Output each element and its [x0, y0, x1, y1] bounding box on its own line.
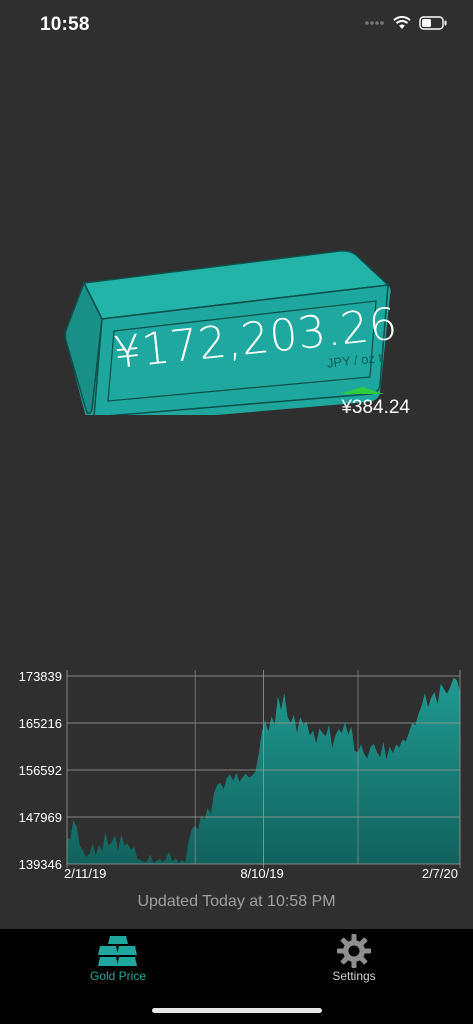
y-tick-label: 139346: [19, 857, 62, 872]
price-change-value: ¥384.24: [341, 397, 410, 418]
gear-icon: [337, 934, 371, 968]
x-tick-label: 2/11/19: [64, 866, 106, 881]
status-time: 10:58: [40, 14, 90, 35]
y-tick-label: 156592: [19, 763, 62, 778]
up-arrow-icon: [340, 387, 384, 394]
battery-icon: [419, 16, 447, 30]
price-hero: ¥172,203.26 JPY / oz t ¥384.24: [0, 200, 473, 460]
x-tick-label: 2/7/20: [422, 866, 458, 881]
y-tick-label: 147969: [19, 810, 62, 825]
tab-settings-label: Settings: [332, 969, 376, 983]
price-history-chart[interactable]: 173839 165216 156592 147969 139346 2/11/19 8/1…: [0, 660, 473, 890]
status-bar: 10:58: [0, 0, 473, 52]
last-updated-text: Updated Today at 10:58 PM: [137, 893, 336, 910]
tab-gold-price-label: Gold Price: [89, 969, 147, 983]
wifi-icon: [393, 16, 411, 29]
tab-gold-price[interactable]: Gold Price: [38, 929, 198, 989]
home-indicator: [152, 1008, 322, 1013]
y-tick-label: 173839: [19, 669, 62, 684]
gold-bars-icon: [98, 936, 137, 966]
tab-settings[interactable]: Settings: [274, 929, 434, 989]
status-icons: [365, 16, 447, 30]
x-tick-label: 8/10/19: [240, 866, 283, 881]
signal-icon: [365, 21, 384, 25]
y-tick-label: 165216: [19, 716, 62, 731]
